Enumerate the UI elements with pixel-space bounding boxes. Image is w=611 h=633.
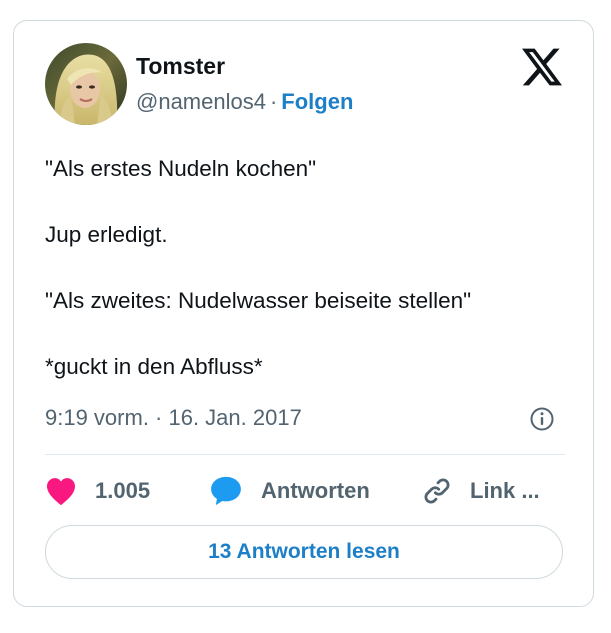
author-handle[interactable]: @namenlos4 bbox=[136, 89, 266, 114]
tweet-text: "Als erstes Nudeln kochen" Jup erledigt.… bbox=[45, 152, 565, 416]
x-logo-icon[interactable] bbox=[522, 48, 562, 86]
tweet-line-2: Jup erledigt. bbox=[45, 222, 168, 247]
tweet-timestamp[interactable]: 9:19 vorm. · 16. Jan. 2017 bbox=[45, 405, 302, 431]
tweet-card: Tomster @namenlos4 · Folgen "Als erstes Nu… bbox=[13, 20, 594, 607]
reply-label: Antworten bbox=[261, 478, 370, 503]
author-name[interactable]: Tomster bbox=[136, 53, 225, 80]
read-replies-button[interactable]: 13 Antworten lesen bbox=[45, 525, 563, 579]
link-icon bbox=[424, 478, 450, 504]
reply-button[interactable]: Antworten bbox=[209, 473, 370, 509]
avatar[interactable] bbox=[45, 43, 127, 125]
separator-dot: · bbox=[269, 89, 278, 114]
author-handle-row: @namenlos4 · Folgen bbox=[136, 89, 353, 115]
divider bbox=[45, 454, 565, 455]
like-count: 1.005 bbox=[95, 478, 151, 503]
copy-link-label: Link ... bbox=[470, 478, 540, 503]
info-icon[interactable] bbox=[529, 406, 555, 432]
speech-bubble-icon bbox=[211, 476, 241, 506]
action-bar: 1.005 Antworten Link ... bbox=[45, 473, 575, 509]
avatar-image bbox=[45, 43, 127, 125]
tweet-line-1: "Als erstes Nudeln kochen" bbox=[45, 156, 317, 181]
follow-button[interactable]: Folgen bbox=[281, 89, 353, 114]
like-button[interactable]: 1.005 bbox=[45, 473, 150, 509]
tweet-line-4: *guckt in den Abfluss* bbox=[45, 354, 263, 379]
copy-link-button[interactable]: Link ... bbox=[422, 473, 540, 509]
tweet-line-3: "Als zweites: Nudelwasser beiseite stell… bbox=[45, 288, 472, 313]
heart-icon bbox=[47, 478, 75, 506]
